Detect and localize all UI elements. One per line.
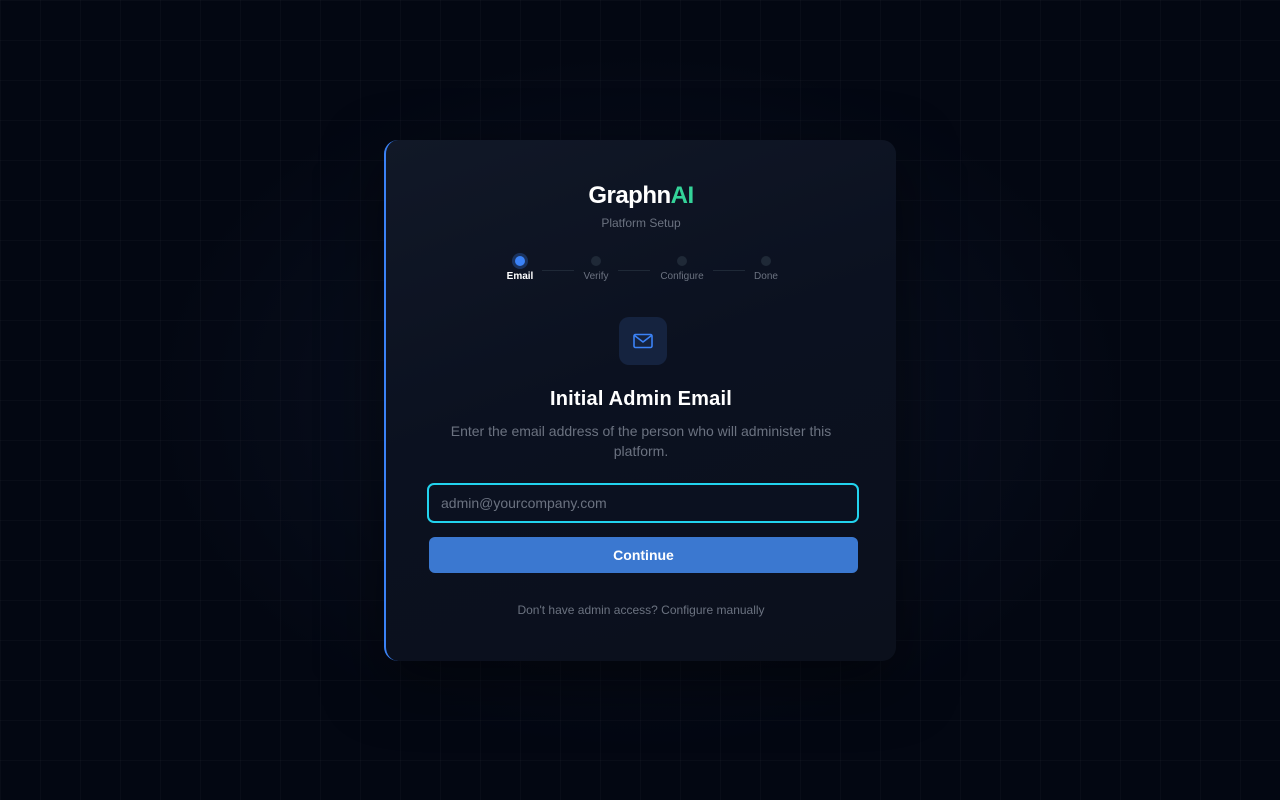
step-verify: Verify xyxy=(556,254,636,282)
admin-email-input[interactable] xyxy=(427,483,859,523)
brand-name-main: Graphn xyxy=(588,182,671,209)
continue-button[interactable]: Continue xyxy=(429,537,858,573)
step-dot-active xyxy=(515,256,525,266)
setup-page: GraphnAI Platform Setup Email Verify Con… xyxy=(0,0,1280,800)
mail-icon-container xyxy=(619,317,667,365)
brand-subtitle: Platform Setup xyxy=(601,216,681,230)
step-label: Verify xyxy=(583,271,609,282)
step-label: Configure xyxy=(660,271,704,282)
mail-icon xyxy=(633,333,653,349)
step-configure: Configure xyxy=(642,254,722,282)
step-dot xyxy=(591,256,601,266)
setup-card: GraphnAI Platform Setup Email Verify Con… xyxy=(384,140,896,661)
step-label: Email xyxy=(506,271,534,282)
step-dot xyxy=(761,256,771,266)
form-description: Enter the email address of the person wh… xyxy=(450,423,832,459)
brand-name-accent: AI xyxy=(670,182,695,209)
step-done: Done xyxy=(726,254,806,282)
configure-manually-link[interactable]: Don't have admin access? Configure manua… xyxy=(386,603,896,617)
setup-stepper: Email Verify Configure Done xyxy=(386,254,896,284)
step-label: Done xyxy=(754,271,778,282)
form-heading: Initial Admin Email xyxy=(550,388,732,410)
step-email: Email xyxy=(480,254,560,282)
step-dot xyxy=(677,256,687,266)
brand-logo: GraphnAI xyxy=(386,182,896,210)
